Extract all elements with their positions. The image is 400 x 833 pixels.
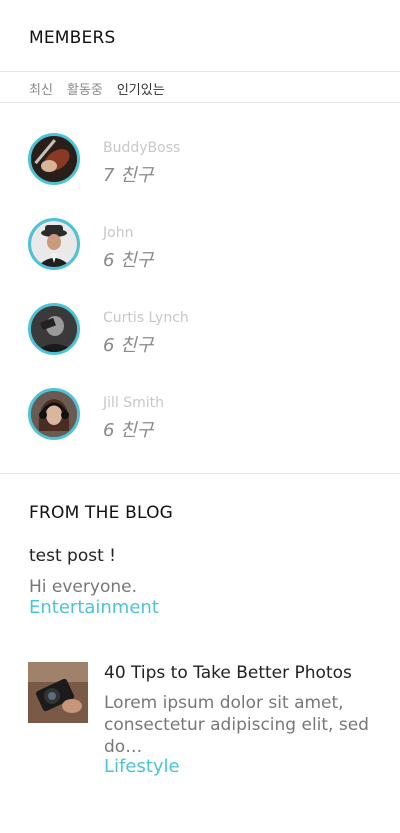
tab-popular[interactable]: 인기있는 (117, 79, 165, 98)
section-divider (0, 473, 400, 474)
blog-post-excerpt-line-3: do… (104, 737, 143, 757)
member-name[interactable]: John (103, 225, 133, 241)
members-title: MEMBERS (29, 28, 116, 48)
member-friends-count: 6 친구 (103, 250, 154, 271)
man-in-hat-avatar[interactable] (28, 218, 80, 270)
member-item: John 6 친구 (28, 218, 368, 271)
blog-post-excerpt: Hi everyone. (29, 577, 137, 597)
member-friends-count: 7 친구 (103, 165, 154, 186)
members-divider-top (0, 71, 400, 72)
member-item: Curtis Lynch 6 친구 (28, 303, 368, 356)
members-tabs: 최신 활동중 인기있는 (29, 79, 165, 98)
member-item: BuddyBoss 7 친구 (28, 133, 368, 186)
blog-post-excerpt-line-1: Lorem ipsum dolor sit amet, (104, 693, 344, 713)
tab-active[interactable]: 활동중 (67, 79, 103, 98)
member-name[interactable]: Jill Smith (103, 395, 164, 411)
member-name[interactable]: BuddyBoss (103, 140, 180, 156)
woman-headphones-avatar[interactable] (28, 388, 80, 440)
member-friends-count: 6 친구 (103, 335, 154, 356)
blog-post-category[interactable]: Entertainment (29, 597, 159, 618)
blog-post-title[interactable]: 40 Tips to Take Better Photos (104, 663, 352, 683)
blog-post-category[interactable]: Lifestyle (104, 756, 180, 777)
violin-photo-avatar[interactable] (28, 133, 80, 185)
blog-post-excerpt-line-2: consectetur adipiscing elit, sed (104, 715, 369, 735)
blog-title: FROM THE BLOG (29, 503, 174, 523)
member-name[interactable]: Curtis Lynch (103, 310, 189, 326)
member-item: Jill Smith 6 친구 (28, 388, 368, 441)
blog-post-title[interactable]: test post ! (29, 546, 116, 566)
camera-photo-thumbnail[interactable] (28, 662, 88, 723)
members-divider-tabs (0, 102, 400, 103)
tab-newest[interactable]: 최신 (29, 79, 53, 98)
man-bw-avatar[interactable] (28, 303, 80, 355)
member-friends-count: 6 친구 (103, 420, 154, 441)
